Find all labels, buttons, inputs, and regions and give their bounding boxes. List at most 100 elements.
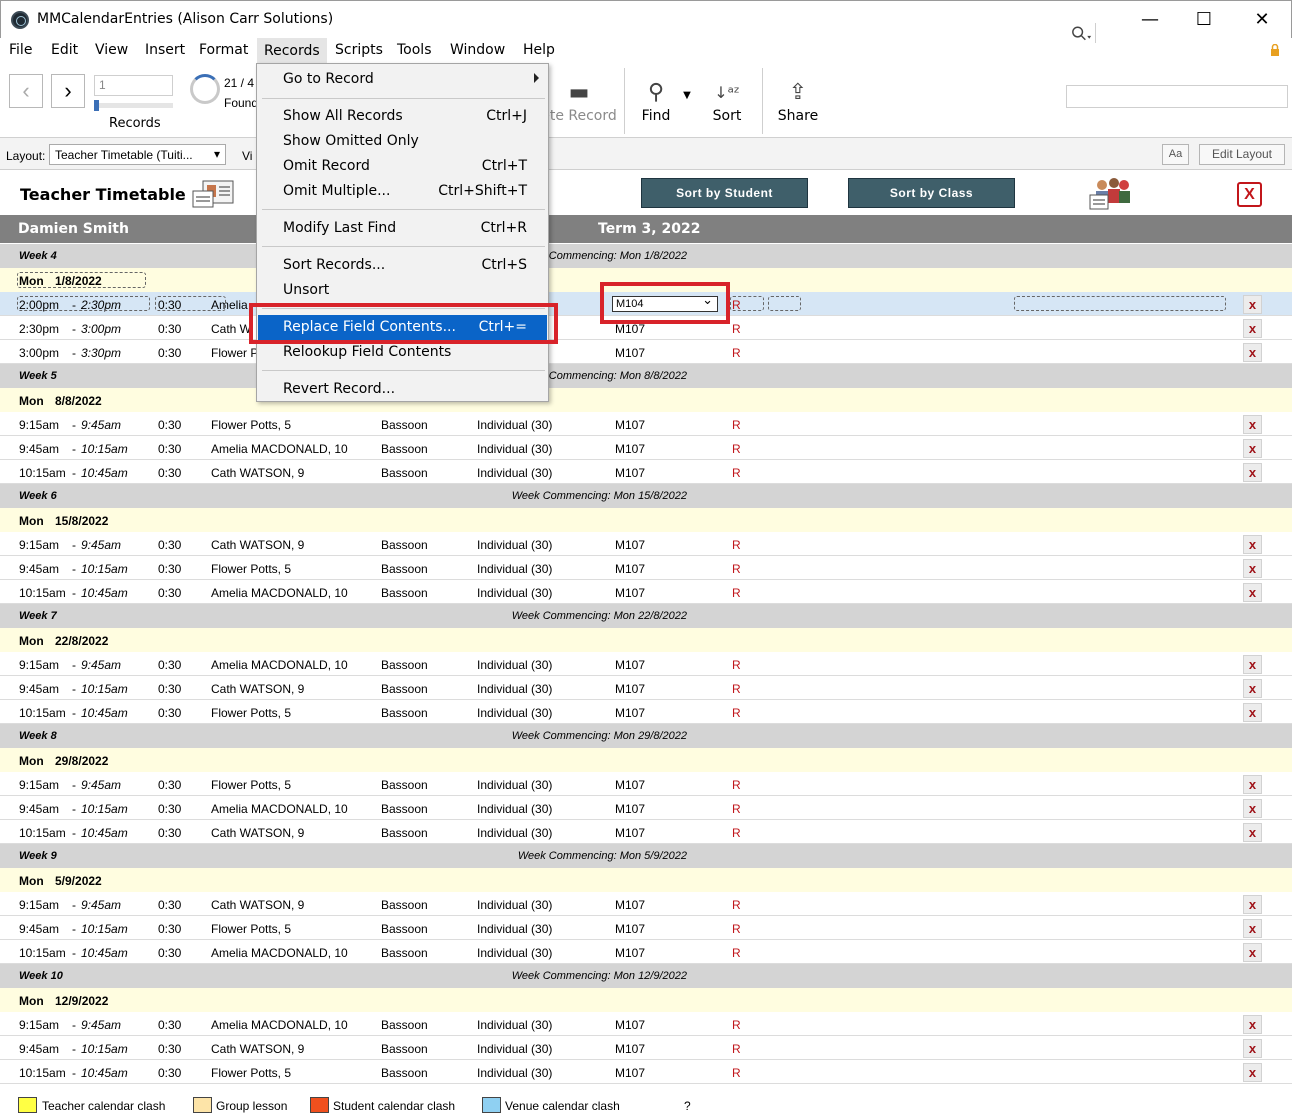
student-name[interactable]: Flower Potts, 5 [211, 778, 291, 792]
lesson-type[interactable]: Individual (30) [477, 538, 552, 552]
room[interactable]: M107 [615, 922, 645, 936]
delete-entry-button[interactable]: x [1243, 919, 1262, 938]
duration[interactable]: 0:30 [158, 946, 181, 960]
lesson-type[interactable]: Individual (30) [477, 562, 552, 576]
lesson-type[interactable]: Individual (30) [477, 706, 552, 720]
delete-entry-button[interactable]: x [1243, 343, 1262, 362]
room[interactable]: M107 [615, 802, 645, 816]
room[interactable]: M107 [615, 562, 645, 576]
layout-select[interactable]: Teacher Timetable (Tuiti... [49, 144, 226, 165]
delete-entry-button[interactable]: x [1243, 583, 1262, 602]
instrument[interactable]: Bassoon [381, 418, 428, 432]
delete-entry-button[interactable]: x [1243, 1063, 1262, 1082]
room[interactable]: M107 [615, 538, 645, 552]
table-row[interactable]: 2:30pm -3:00pm 0:30 Cath W M107 Rx [0, 316, 1292, 340]
menu-scripts[interactable]: Scripts [332, 42, 386, 58]
delete-entry-button[interactable]: x [1243, 799, 1262, 818]
delete-entry-button[interactable]: x [1243, 559, 1262, 578]
end-time[interactable]: 10:15am [81, 682, 128, 696]
close-layout-button[interactable]: X [1237, 182, 1262, 207]
maximize-button[interactable]: ☐ [1181, 7, 1227, 33]
table-row[interactable]: 9:15am -9:45am 0:30 Amelia MACDONALD, 10 Bas… [0, 1012, 1292, 1036]
duration[interactable]: 0:30 [158, 562, 181, 576]
menu-format[interactable]: Format [196, 42, 251, 58]
instrument[interactable]: Bassoon [381, 1018, 428, 1032]
student-name[interactable]: Flower Potts, 5 [211, 706, 291, 720]
start-time[interactable]: 10:15am [19, 706, 66, 720]
record-number-input[interactable]: 1 [94, 75, 173, 96]
table-row[interactable]: 3:00pm -3:30pm 0:30 Flower P M107 Rx [0, 340, 1292, 364]
instrument[interactable]: Bassoon [381, 826, 428, 840]
menu-file[interactable]: File [6, 42, 35, 58]
menu-omit-record[interactable]: Omit Record Ctrl+T [258, 154, 547, 179]
room[interactable]: M107 [615, 346, 645, 360]
start-time[interactable]: 2:30pm [19, 322, 59, 336]
room[interactable]: M107 [615, 466, 645, 480]
table-row[interactable]: 9:45am -10:15am 0:30 Cath WATSON, 9 Bassoon I… [0, 676, 1292, 700]
duration[interactable]: 0:30 [158, 778, 181, 792]
lesson-type[interactable]: Individual (30) [477, 442, 552, 456]
instrument[interactable]: Bassoon [381, 706, 428, 720]
end-time[interactable]: 9:45am [81, 538, 121, 552]
duration[interactable]: 0:30 [158, 442, 181, 456]
start-time[interactable]: 9:45am [19, 922, 59, 936]
delete-entry-button[interactable]: x [1243, 679, 1262, 698]
lesson-type[interactable]: Individual (30) [477, 1042, 552, 1056]
menu-go-to-record[interactable]: Go to Record [258, 67, 547, 92]
menu-show-omitted-only[interactable]: Show Omitted Only [258, 129, 547, 154]
end-time[interactable]: 10:45am [81, 826, 128, 840]
search-icon[interactable] [1068, 23, 1096, 43]
student-name[interactable]: Amelia MACDONALD, 10 [211, 1018, 348, 1032]
student-name[interactable]: Cath WATSON, 9 [211, 682, 304, 696]
duration[interactable]: 0:30 [158, 418, 181, 432]
end-time[interactable]: 10:15am [81, 1042, 128, 1056]
legend-help[interactable]: ? [684, 1099, 691, 1113]
lesson-type[interactable]: Individual (30) [477, 898, 552, 912]
room[interactable]: M107 [615, 442, 645, 456]
end-time[interactable]: 10:15am [81, 562, 128, 576]
end-time[interactable]: 10:15am [81, 802, 128, 816]
start-time[interactable]: 9:45am [19, 682, 59, 696]
sort-by-student-button[interactable]: Sort by Student [641, 178, 808, 208]
duration[interactable]: 0:30 [158, 322, 181, 336]
room[interactable]: M107 [615, 322, 645, 336]
next-record-button[interactable]: › [51, 74, 85, 108]
instrument[interactable]: Bassoon [381, 946, 428, 960]
delete-entry-button[interactable]: x [1243, 535, 1262, 554]
room[interactable]: M107 [615, 826, 645, 840]
quick-find-input[interactable] [1066, 85, 1288, 108]
menu-omit-multiple[interactable]: Omit Multiple... Ctrl+Shift+T [258, 179, 547, 204]
delete-entry-button[interactable]: x [1243, 319, 1262, 338]
menu-replace-field-contents[interactable]: Replace Field Contents... Ctrl+= [258, 315, 547, 340]
menu-modify-last-find[interactable]: Modify Last Find Ctrl+R [258, 216, 547, 241]
student-name[interactable]: Cath WATSON, 9 [211, 1042, 304, 1056]
instrument[interactable]: Bassoon [381, 778, 428, 792]
instrument[interactable]: Bassoon [381, 562, 428, 576]
delete-entry-button[interactable]: x [1243, 943, 1262, 962]
end-time[interactable]: 10:15am [81, 442, 128, 456]
start-time[interactable]: 9:15am [19, 418, 59, 432]
duration[interactable]: 0:30 [158, 538, 181, 552]
instrument[interactable]: Bassoon [381, 1066, 428, 1080]
room[interactable]: M107 [615, 946, 645, 960]
instrument[interactable]: Bassoon [381, 802, 428, 816]
student-name[interactable]: Flower P [211, 346, 258, 360]
delete-entry-button[interactable]: x [1243, 1015, 1262, 1034]
room[interactable]: M107 [615, 586, 645, 600]
delete-entry-button[interactable]: x [1243, 439, 1262, 458]
duration[interactable]: 0:30 [158, 658, 181, 672]
end-time[interactable]: 9:45am [81, 898, 121, 912]
menu-relookup-field-contents[interactable]: Relookup Field Contents [258, 340, 547, 365]
student-name[interactable]: Flower Potts, 5 [211, 562, 291, 576]
sort-button[interactable]: ↓ᵃᶻ Sort [708, 78, 746, 124]
lesson-type[interactable]: Individual (30) [477, 778, 552, 792]
end-time[interactable]: 3:00pm [81, 322, 121, 336]
table-row[interactable]: 9:45am -10:15am 0:30 Flower Potts, 5 Bassoon… [0, 916, 1292, 940]
student-name[interactable]: Cath WATSON, 9 [211, 466, 304, 480]
student-name[interactable]: Cath WATSON, 9 [211, 538, 304, 552]
delete-entry-button[interactable]: x [1243, 775, 1262, 794]
delete-entry-button[interactable]: x [1243, 1039, 1262, 1058]
start-time[interactable]: 9:45am [19, 1042, 59, 1056]
duration[interactable]: 0:30 [158, 1018, 181, 1032]
room[interactable]: M107 [615, 658, 645, 672]
